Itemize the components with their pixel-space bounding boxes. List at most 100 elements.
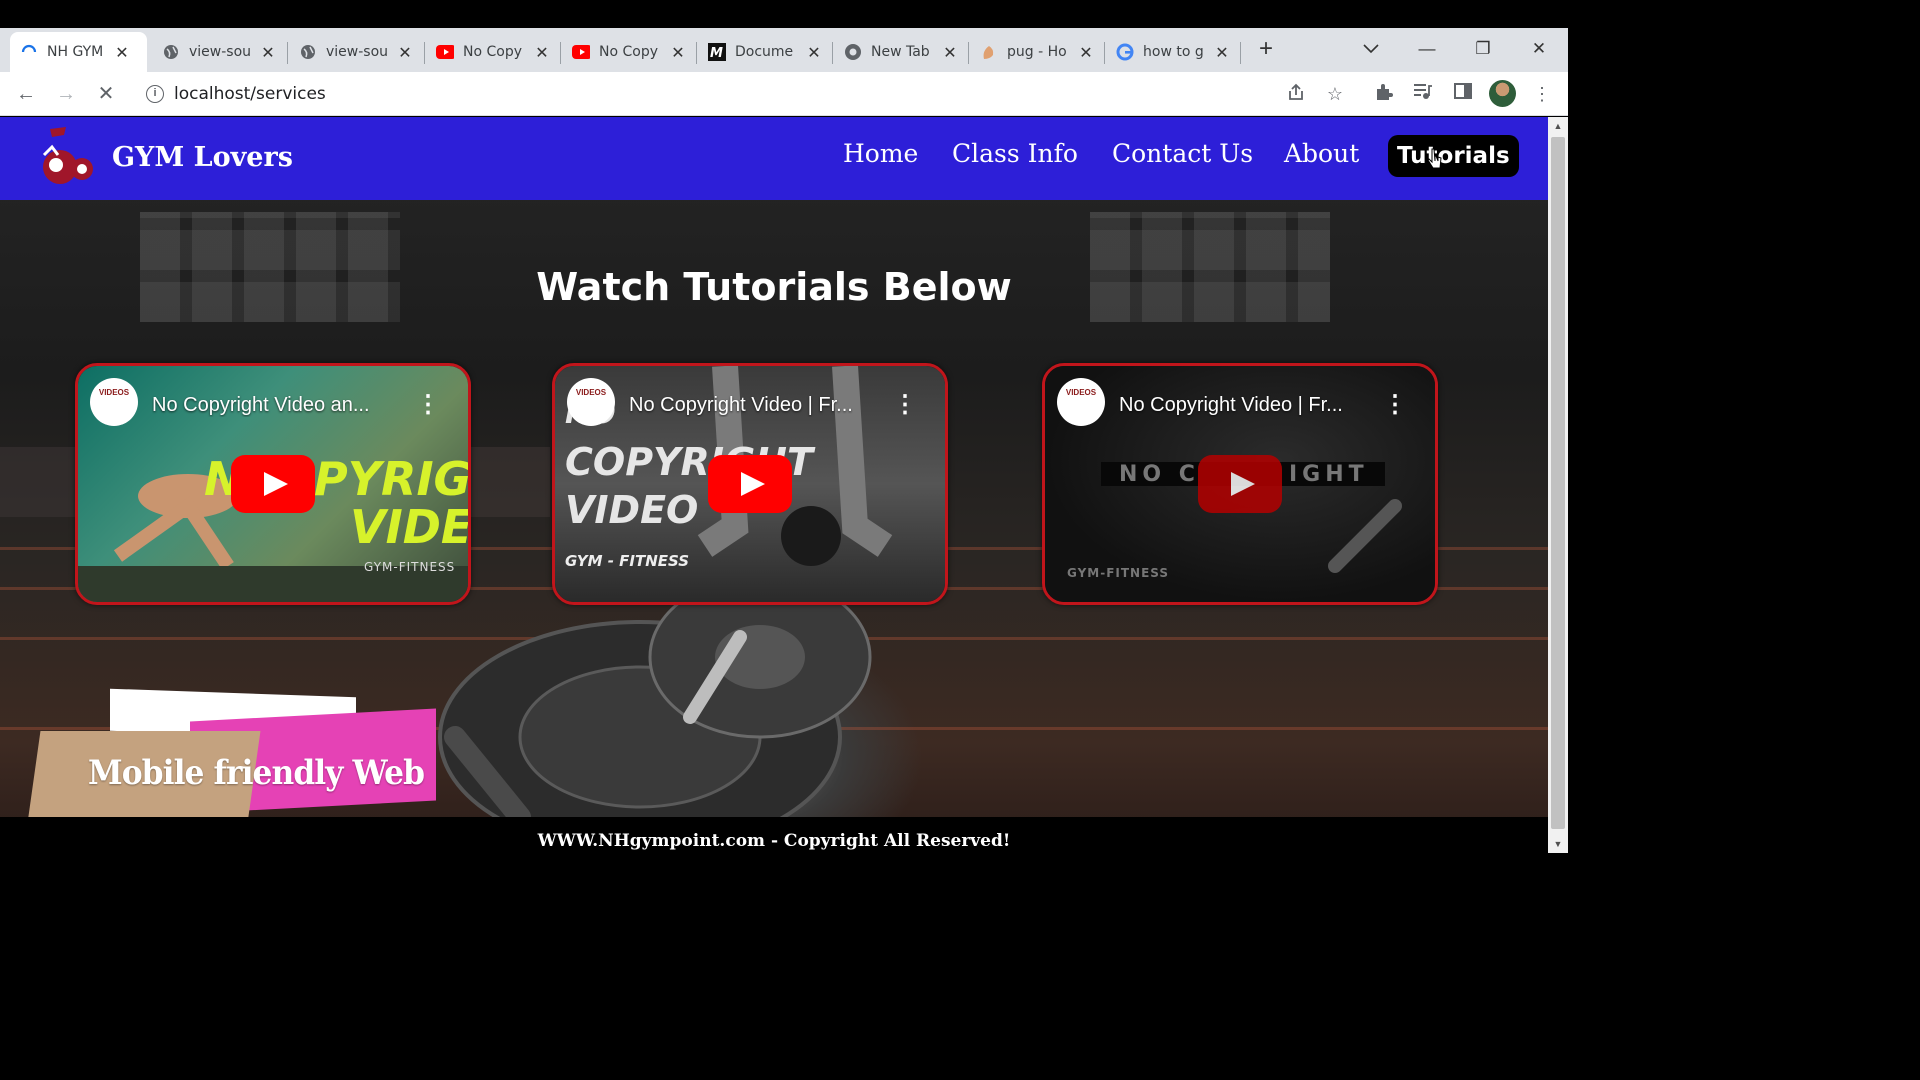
site-navbar: GYM Lovers Home Class Info Contact Us Ab… [0, 117, 1548, 200]
pug-icon [980, 43, 998, 61]
media-control-icon[interactable] [1410, 82, 1434, 106]
tab-youtube-1[interactable]: No Copy ✕ [426, 32, 559, 72]
restore-button[interactable]: ❐ [1468, 34, 1498, 64]
thumb-text: VIDEO [565, 488, 699, 532]
site-footer: WWW.NHgympoint.com - Copyright All Reser… [0, 817, 1548, 853]
scroll-down-arrow-icon[interactable]: ▼ [1548, 839, 1568, 849]
page-viewport: GYM Lovers Home Class Info Contact Us Ab… [0, 117, 1548, 853]
channel-avatar[interactable]: VIDEOS [1057, 378, 1105, 426]
browser-toolbar: ← → ✕ i localhost/services ☆ ⋮ [0, 72, 1568, 116]
site-info-icon[interactable]: i [146, 85, 164, 103]
video-menu-icon[interactable]: ⋮ [416, 390, 440, 419]
tab-new-tab[interactable]: New Tab ✕ [834, 32, 967, 72]
tab-google[interactable]: how to g ✕ [1106, 32, 1239, 72]
tab-view-source-1[interactable]: view-sou ✕ [152, 32, 285, 72]
close-window-button[interactable]: ✕ [1524, 34, 1554, 64]
video-title[interactable]: No Copyright Video | Fr... [1119, 394, 1389, 417]
new-tab-button[interactable]: + [1252, 36, 1280, 64]
tab-label: No Copy [463, 44, 523, 60]
tab-label: NH GYM [47, 44, 104, 60]
close-tab-icon[interactable]: ✕ [1079, 43, 1093, 62]
video-menu-icon[interactable]: ⋮ [1383, 390, 1407, 419]
chrome-menu-icon[interactable]: ⋮ [1530, 82, 1554, 106]
document-m-icon: M [708, 43, 726, 61]
side-panel-icon[interactable] [1451, 82, 1475, 106]
close-tab-icon[interactable]: ✕ [115, 43, 129, 62]
channel-avatar[interactable]: VIDEOS [567, 378, 615, 426]
thumb-caption: GYM - FITNESS [565, 552, 690, 570]
extensions-icon[interactable] [1372, 82, 1396, 106]
close-tab-icon[interactable]: ✕ [1215, 43, 1229, 62]
nav-tutorials[interactable]: Tutorials [1388, 135, 1519, 177]
close-tab-icon[interactable]: ✕ [807, 43, 821, 62]
gym-logo-icon[interactable] [38, 125, 98, 191]
tab-divider [1104, 42, 1105, 64]
page-heading: Watch Tutorials Below [536, 265, 1012, 309]
page-scrollbar[interactable]: ▲ ▼ [1548, 117, 1568, 853]
screen-top-bar [0, 0, 1568, 28]
thumb-text: VIDEO [350, 500, 471, 554]
minimize-button[interactable]: — [1412, 34, 1442, 64]
tab-label: No Copy [599, 44, 659, 60]
tab-divider [968, 42, 969, 64]
thumb-caption: GYM-FITNESS [1067, 566, 1170, 580]
url-text[interactable]: localhost/services [174, 84, 326, 104]
channel-avatar[interactable]: VIDEOS [90, 378, 138, 426]
tab-nh-gym[interactable]: NH GYM ✕ [10, 32, 147, 72]
scrollbar-thumb[interactable] [1551, 137, 1565, 829]
tab-strip: NH GYM ✕ view-sou ✕ view-sou ✕ No Copy ✕… [0, 28, 1568, 72]
close-tab-icon[interactable]: ✕ [261, 43, 275, 62]
thumb-text: NO C [1119, 462, 1200, 487]
tab-label: pug - Ho [1007, 44, 1067, 60]
tab-view-source-2[interactable]: view-sou ✕ [289, 32, 422, 72]
stop-loading-button[interactable]: ✕ [92, 80, 120, 108]
play-button[interactable] [1198, 455, 1282, 513]
site-brand[interactable]: GYM Lovers [112, 142, 293, 173]
scroll-up-arrow-icon[interactable]: ▲ [1548, 121, 1568, 131]
tab-label: view-sou [326, 44, 389, 60]
thumb-text: IGHT [1289, 462, 1369, 487]
video-title[interactable]: No Copyright Video | Fr... [629, 394, 899, 417]
tab-youtube-2[interactable]: No Copy ✕ [562, 32, 695, 72]
close-tab-icon[interactable]: ✕ [535, 43, 549, 62]
nav-home[interactable]: Home [843, 139, 918, 168]
tab-divider [1240, 42, 1241, 64]
thumb-text: PYRIGHT [314, 452, 471, 506]
mouse-cursor-icon [1428, 148, 1442, 169]
video-embed-2[interactable]: NO COPYRIGHT VIDEO GYM - FITNESS VIDEOS … [552, 363, 948, 605]
loading-spinner-icon [20, 43, 38, 61]
tab-label: New Tab [871, 44, 930, 60]
video-title[interactable]: No Copyright Video an... [152, 394, 422, 417]
youtube-icon [572, 43, 590, 61]
tab-label: Docume [735, 44, 794, 60]
tab-divider [424, 42, 425, 64]
play-button[interactable] [231, 455, 315, 513]
video-embed-3[interactable]: NO C IGHT GYM-FITNESS VIDEOS No Copyrigh… [1042, 363, 1438, 605]
tab-pug[interactable]: pug - Ho ✕ [970, 32, 1103, 72]
back-button[interactable]: ← [12, 80, 40, 108]
chrome-icon [844, 43, 862, 61]
google-icon [1116, 43, 1134, 61]
nav-class-info[interactable]: Class Info [952, 139, 1078, 168]
svg-text:M: M [710, 46, 723, 61]
youtube-icon [436, 43, 454, 61]
play-button[interactable] [708, 455, 792, 513]
close-tab-icon[interactable]: ✕ [943, 43, 957, 62]
profile-avatar[interactable] [1489, 80, 1516, 107]
tab-divider [832, 42, 833, 64]
nav-about[interactable]: About [1284, 139, 1359, 168]
forward-button[interactable]: → [52, 80, 80, 108]
address-bar[interactable]: i localhost/services [134, 77, 1362, 111]
globe-icon [299, 43, 317, 61]
nav-contact-us[interactable]: Contact Us [1112, 139, 1253, 168]
close-tab-icon[interactable]: ✕ [398, 43, 412, 62]
video-embed-1[interactable]: N PYRIGHT VIDEO GYM-FITNESS VIDEOS No Co… [75, 363, 471, 605]
share-icon[interactable] [1284, 82, 1308, 106]
bookmark-star-icon[interactable]: ☆ [1323, 82, 1347, 106]
tab-divider [560, 42, 561, 64]
tab-divider [696, 42, 697, 64]
close-tab-icon[interactable]: ✕ [671, 43, 685, 62]
tab-search-icon[interactable] [1356, 34, 1386, 64]
tab-document[interactable]: M Docume ✕ [698, 32, 831, 72]
video-menu-icon[interactable]: ⋮ [893, 390, 917, 419]
